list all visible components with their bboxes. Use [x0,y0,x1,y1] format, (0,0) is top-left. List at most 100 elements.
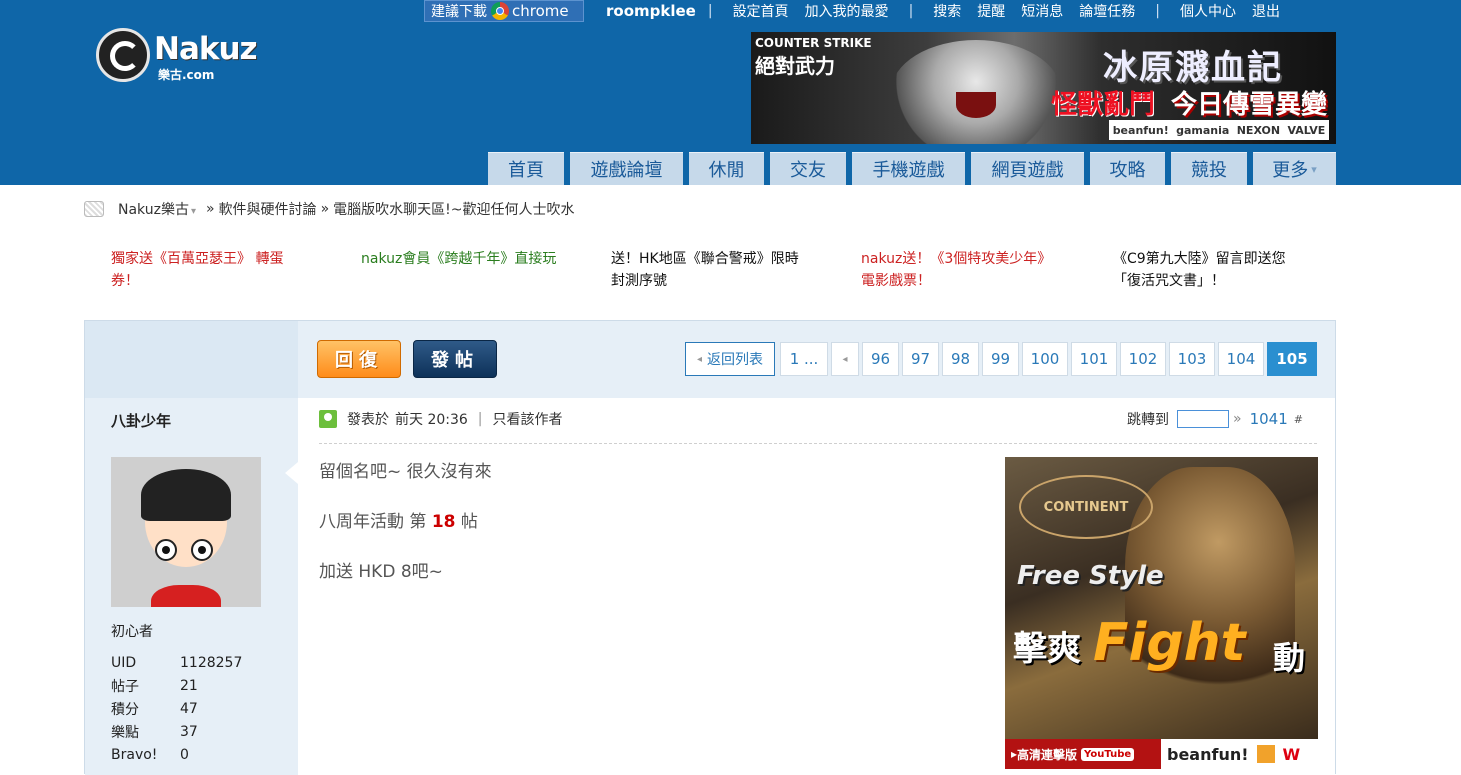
forum-tasks-link[interactable]: 論壇任務 [1079,1,1135,21]
post-container: 回復 發帖 返回列表 1 ... ◂ 96 97 98 99 100 101 1… [84,320,1336,775]
stat-value[interactable]: 21 [180,678,198,694]
posted-time: 前天 20:36 [395,412,468,428]
post-side-ad[interactable]: CONTINENT Free Style 擊爽 Fight 動 ▸ 高清連擊版 Yo… [1005,457,1318,769]
post-line-suffix: 帖 [460,512,478,532]
username-link[interactable]: roompklee [606,2,696,20]
stat-row: UID 1128257 [111,651,242,674]
page-first[interactable]: 1 ... [780,342,828,376]
post-line: 加送 HKD 8吧~ [319,562,443,582]
page-link[interactable]: 97 [902,342,939,376]
nav-web-games[interactable]: 網頁遊戲 [971,152,1084,185]
online-status-icon [319,410,337,428]
breadcrumb: Nakuz樂古 » 軟件與硬件討論 » 電腦版吹水聊天區!~歡迎任何人士吹水 [84,199,574,219]
banner-title: 冰原濺血記 [1103,48,1283,88]
header-ad-banner[interactable]: COUNTER STRIKE 絕對武力 冰原濺血記 怪獸亂鬥 今日傳雪異變 be… [751,32,1336,144]
notifications-link[interactable]: 提醒 [977,1,1005,21]
toolbar-separator: | [908,3,914,19]
announcement-link[interactable]: 《C9第九大陸》留言即送您「復活咒文書」！ [1113,248,1309,292]
messages-link[interactable]: 短消息 [1021,1,1063,21]
toolbar-separator: | [1155,3,1160,19]
nav-auction[interactable]: 競投 [1171,152,1247,185]
current-page: 105 [1267,342,1317,376]
ad-headline-3: 動 [1273,639,1306,677]
nav-mobile-games[interactable]: 手機遊戲 [852,152,965,185]
post-line: 八周年活動 第 18 帖 [319,509,492,535]
chrome-promo-label: 建議下載 [431,4,487,20]
only-author-link[interactable]: 只看該作者 [493,409,563,429]
site-logo[interactable]: Nakuz 樂古.com [96,28,266,86]
chrome-icon [491,2,509,20]
ad-headline-1: 擊爽 [1013,629,1081,669]
post-line: 留個名吧~ 很久沒有來 [319,462,492,482]
breadcrumb-board[interactable]: 電腦版吹水聊天區!~歡迎任何人士吹水 [333,199,574,219]
floor-number[interactable]: 1041 [1250,410,1288,428]
author-name[interactable]: 八卦少年 [111,410,171,431]
stat-label: 積分 [111,701,139,718]
nav-more-label: 更多 [1272,160,1309,181]
stat-value: 37 [180,723,198,740]
stat-row: 積分 47 [111,697,242,720]
logo-subtitle: 樂古.com [158,68,215,82]
page-link[interactable]: 102 [1120,342,1166,376]
post-count-highlight: 18 [431,512,456,532]
chrome-download-badge[interactable]: 建議下載 chrome [424,0,584,22]
brand-valve: VALVE [1287,123,1326,137]
brand-nexon: NEXON [1236,123,1281,137]
stat-row: 樂點 37 [111,720,242,743]
site-header: 建議下載 chrome roompklee | 設定首頁 加入我的最愛 | 搜索… [0,0,1461,185]
post-body: 留個名吧~ 很久沒有來 八周年活動 第 18 帖 加送 HKD 8吧~ [319,459,492,609]
announcement-link[interactable]: 獨家送《百萬亞瑟王》 轉蛋券！ [111,248,307,292]
announcement-link[interactable]: nakuz會員《跨越千年》直接玩 [361,248,557,270]
nav-home[interactable]: 首頁 [488,152,564,185]
top-toolbar: 建議下載 chrome roompklee | 設定首頁 加入我的最愛 | 搜索… [424,0,1288,22]
search-link[interactable]: 搜索 [933,1,961,21]
breadcrumb-site[interactable]: Nakuz樂古 [118,199,202,219]
stat-value: 0 [180,746,189,763]
stat-label: 樂點 [111,724,139,741]
logo-emblem-icon [96,28,150,82]
page-link[interactable]: 103 [1169,342,1215,376]
logout-link[interactable]: 退出 [1252,1,1280,21]
nav-social[interactable]: 交友 [770,152,846,185]
breadcrumb-category[interactable]: 軟件與硬件討論 [219,199,317,219]
user-center-link[interactable]: 個人中心 [1180,1,1236,21]
page-link[interactable]: 96 [862,342,899,376]
prev-page-icon[interactable]: ◂ [831,342,859,376]
announcement-link[interactable]: 送！HK地區《聯合警戒》限時封測序號 [611,248,807,292]
page-link[interactable]: 104 [1218,342,1264,376]
nav-guides[interactable]: 攻略 [1090,152,1165,185]
post-meta: 發表於 前天 20:36 | 只看該作者 [319,409,563,429]
home-icon[interactable] [84,201,104,217]
ad-footer-text: 高清連擊版 [1017,747,1078,762]
nav-more[interactable]: 更多 [1253,152,1336,185]
reply-button[interactable]: 回復 [317,340,401,378]
add-favorite-link[interactable]: 加入我的最愛 [805,1,889,21]
breadcrumb-separator: » [205,201,215,217]
ad-slogan: Free Style [1017,561,1164,591]
nav-leisure[interactable]: 休閒 [689,152,764,185]
page-link[interactable]: 101 [1071,342,1117,376]
stat-row: 帖子 21 [111,674,242,697]
stat-label: 帖子 [111,678,139,695]
stat-value: 1128257 [180,654,243,671]
set-homepage-link[interactable]: 設定首頁 [733,1,789,21]
author-avatar[interactable] [111,457,261,607]
page-link[interactable]: 100 [1022,342,1068,376]
banner-tagline-2: 今日傳雪異變 [1171,90,1328,120]
new-post-button[interactable]: 發帖 [413,340,497,378]
back-to-list-button[interactable]: 返回列表 [685,342,775,376]
youtube-icon: YouTube [1081,747,1135,761]
page-link[interactable]: 98 [942,342,979,376]
banner-game-name: COUNTER STRIKE [755,36,872,50]
announcement-link[interactable]: nakuz送！《3個特攻美少年》電影戲票！ [861,248,1057,292]
post-divider [319,443,1317,444]
page-link[interactable]: 99 [982,342,1019,376]
toolbar-separator: | [707,3,713,19]
author-stats: UID 1128257 帖子 21 積分 47 樂點 37 Bravo! 0 [111,651,242,766]
breadcrumb-separator: » [320,201,330,217]
nav-game-forum[interactable]: 遊戲論壇 [570,152,683,185]
jump-go-icon[interactable]: » [1233,411,1242,427]
jump-input[interactable] [1177,410,1229,428]
author-rank: 初心者 [111,624,153,640]
gamania-icon [1256,745,1275,763]
